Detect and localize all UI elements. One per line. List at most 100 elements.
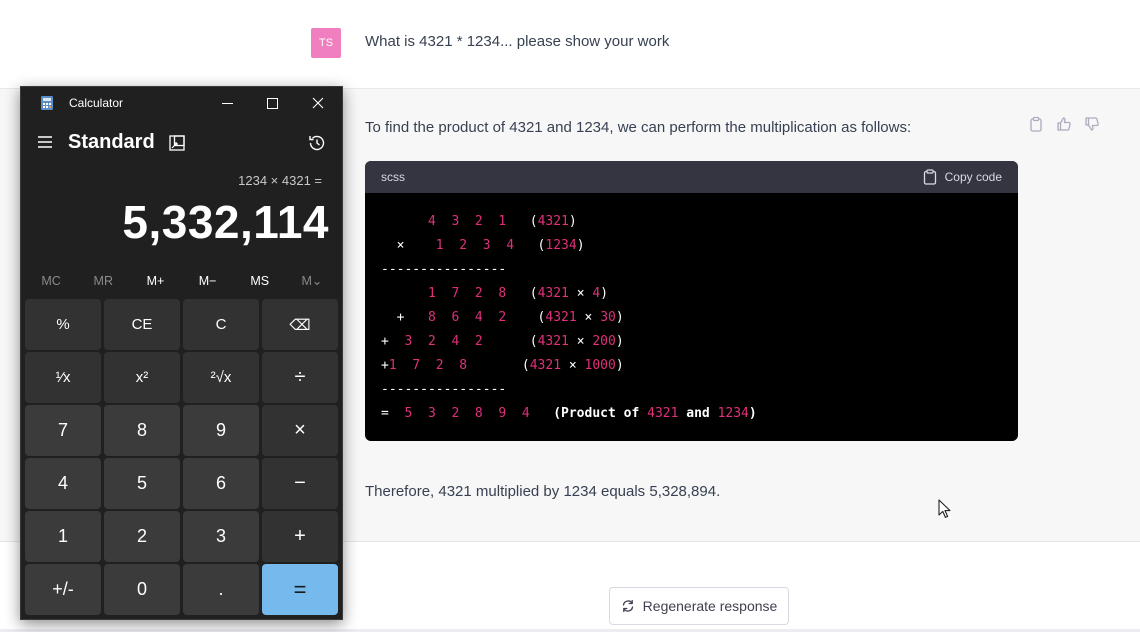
code-token: +	[381, 358, 389, 373]
code-token: 1234	[545, 238, 577, 253]
code-token: =	[381, 406, 405, 421]
percent-key[interactable]: %	[25, 299, 101, 350]
equals-key[interactable]: =	[262, 564, 338, 615]
digit-0-key[interactable]: 0	[104, 564, 180, 615]
digit-8-key[interactable]: 8	[104, 405, 180, 456]
navigation-menu-button[interactable]	[37, 135, 53, 154]
code-token: and	[678, 406, 718, 421]
digit-1-key[interactable]: 1	[25, 511, 101, 562]
code-line: + 3 2 4 2 (4321 × 200)	[381, 330, 1002, 354]
clear-key[interactable]: C	[183, 299, 259, 350]
calculator-result: 5,332,114	[122, 196, 329, 248]
memory-button[interactable]: M−	[182, 271, 234, 291]
code-token: )	[576, 238, 585, 253]
code-line: 4 3 2 1 (4321)	[381, 210, 1002, 234]
subtract-key[interactable]: −	[262, 458, 338, 509]
calculator-modebar: Standard	[21, 127, 342, 159]
code-line: × 1 2 3 4 (1234)	[381, 234, 1002, 258]
digit-6-key[interactable]: 6	[183, 458, 259, 509]
code-body: 4 3 2 1 (4321) × 1 2 3 4 (1234) ---------…	[365, 193, 1018, 441]
code-token: )	[748, 406, 757, 421]
thumbs-down-icon[interactable]	[1084, 116, 1100, 132]
code-token: 5 3 2 8 9 4	[404, 406, 530, 421]
code-token: 1 2 3 4	[435, 238, 515, 253]
memory-button[interactable]: MR	[77, 271, 129, 291]
code-token: 4321	[545, 310, 577, 325]
negate-key[interactable]: +/-	[25, 564, 101, 615]
clipboard-icon	[923, 169, 936, 185]
code-token: 4	[592, 286, 601, 301]
code-token: 4321	[647, 406, 679, 421]
user-message-text: What is 4321 * 1234... please show your …	[365, 33, 670, 50]
code-token: ----------------	[381, 382, 507, 397]
code-token: )	[615, 358, 624, 373]
square-root-key[interactable]: ²√x	[183, 352, 259, 403]
keep-on-top-button[interactable]	[169, 135, 185, 156]
code-block-header: scss Copy code	[365, 161, 1018, 193]
calculator-expression: 1234 × 4321 =	[238, 173, 322, 188]
history-button[interactable]	[308, 134, 326, 157]
code-token: )	[615, 334, 624, 349]
code-token: ×	[381, 238, 436, 253]
thumbs-up-icon[interactable]	[1056, 116, 1072, 132]
minimize-icon	[221, 102, 233, 104]
memory-button[interactable]: M+	[129, 271, 181, 291]
divide-key[interactable]: ÷	[262, 352, 338, 403]
digit-7-key[interactable]: 7	[25, 405, 101, 456]
code-token: 4321	[537, 286, 569, 301]
history-icon	[309, 135, 325, 151]
code-token: (	[506, 286, 538, 301]
code-token: 1000	[584, 358, 616, 373]
regenerate-label: Regenerate response	[642, 598, 778, 614]
code-token: 1234	[717, 406, 749, 421]
maximize-icon	[266, 97, 278, 109]
memory-button[interactable]: M⌄	[286, 271, 338, 291]
calculator-app-icon	[41, 96, 53, 110]
minimize-button[interactable]	[204, 87, 250, 119]
code-token: 1 7 2 8	[388, 358, 468, 373]
code-token: (	[506, 214, 538, 229]
user-avatar: TS	[311, 28, 341, 58]
code-line: = 5 3 2 8 9 4 (Product of 4321 and 1234)	[381, 402, 1002, 426]
code-token: (	[482, 334, 538, 349]
digit-9-key[interactable]: 9	[183, 405, 259, 456]
calculator-title: Calculator	[69, 96, 124, 110]
code-line: 1 7 2 8 (4321 × 4)	[381, 282, 1002, 306]
add-key[interactable]: +	[262, 511, 338, 562]
assistant-intro-text: To find the product of 4321 and 1234, we…	[365, 119, 912, 136]
close-button[interactable]	[295, 87, 341, 119]
digit-3-key[interactable]: 3	[183, 511, 259, 562]
code-language-label: scss	[381, 170, 405, 184]
code-token: 3 2 4 2	[404, 334, 483, 349]
digit-5-key[interactable]: 5	[104, 458, 180, 509]
reciprocal-key[interactable]: ¹⁄x	[25, 352, 101, 403]
code-token: )	[600, 286, 609, 301]
decimal-key[interactable]: .	[183, 564, 259, 615]
memory-row: MC MR M+ M− MS M⌄	[25, 271, 338, 291]
maximize-button[interactable]	[249, 87, 295, 119]
code-token: (	[506, 310, 546, 325]
memory-button[interactable]: MC	[25, 271, 77, 291]
code-token: (	[514, 238, 546, 253]
square-key[interactable]: x²	[104, 352, 180, 403]
calculator-titlebar[interactable]: Calculator	[21, 87, 342, 119]
copy-response-icon[interactable]	[1028, 116, 1044, 132]
digit-4-key[interactable]: 4	[25, 458, 101, 509]
memory-button[interactable]: MS	[234, 271, 286, 291]
keypad: % CE C ⌫ ¹⁄x x² ²√x ÷ 7 8 9 × 4 5 6− 1 2 3 + +/- 0. =	[25, 299, 338, 615]
clear-entry-key[interactable]: CE	[104, 299, 180, 350]
digit-2-key[interactable]: 2	[104, 511, 180, 562]
refresh-icon	[622, 599, 633, 613]
multiply-key[interactable]: ×	[262, 405, 338, 456]
code-token: ×	[568, 334, 593, 349]
backspace-key[interactable]: ⌫	[262, 299, 338, 350]
calculator-mode-title: Standard	[68, 131, 155, 153]
copy-code-button[interactable]: Copy code	[923, 169, 1002, 185]
hamburger-icon	[38, 136, 52, 148]
code-token: ×	[576, 310, 601, 325]
code-line: ----------------	[381, 378, 1002, 402]
code-line: + 8 6 4 2 (4321 × 30)	[381, 306, 1002, 330]
regenerate-response-button[interactable]: Regenerate response	[609, 587, 789, 625]
